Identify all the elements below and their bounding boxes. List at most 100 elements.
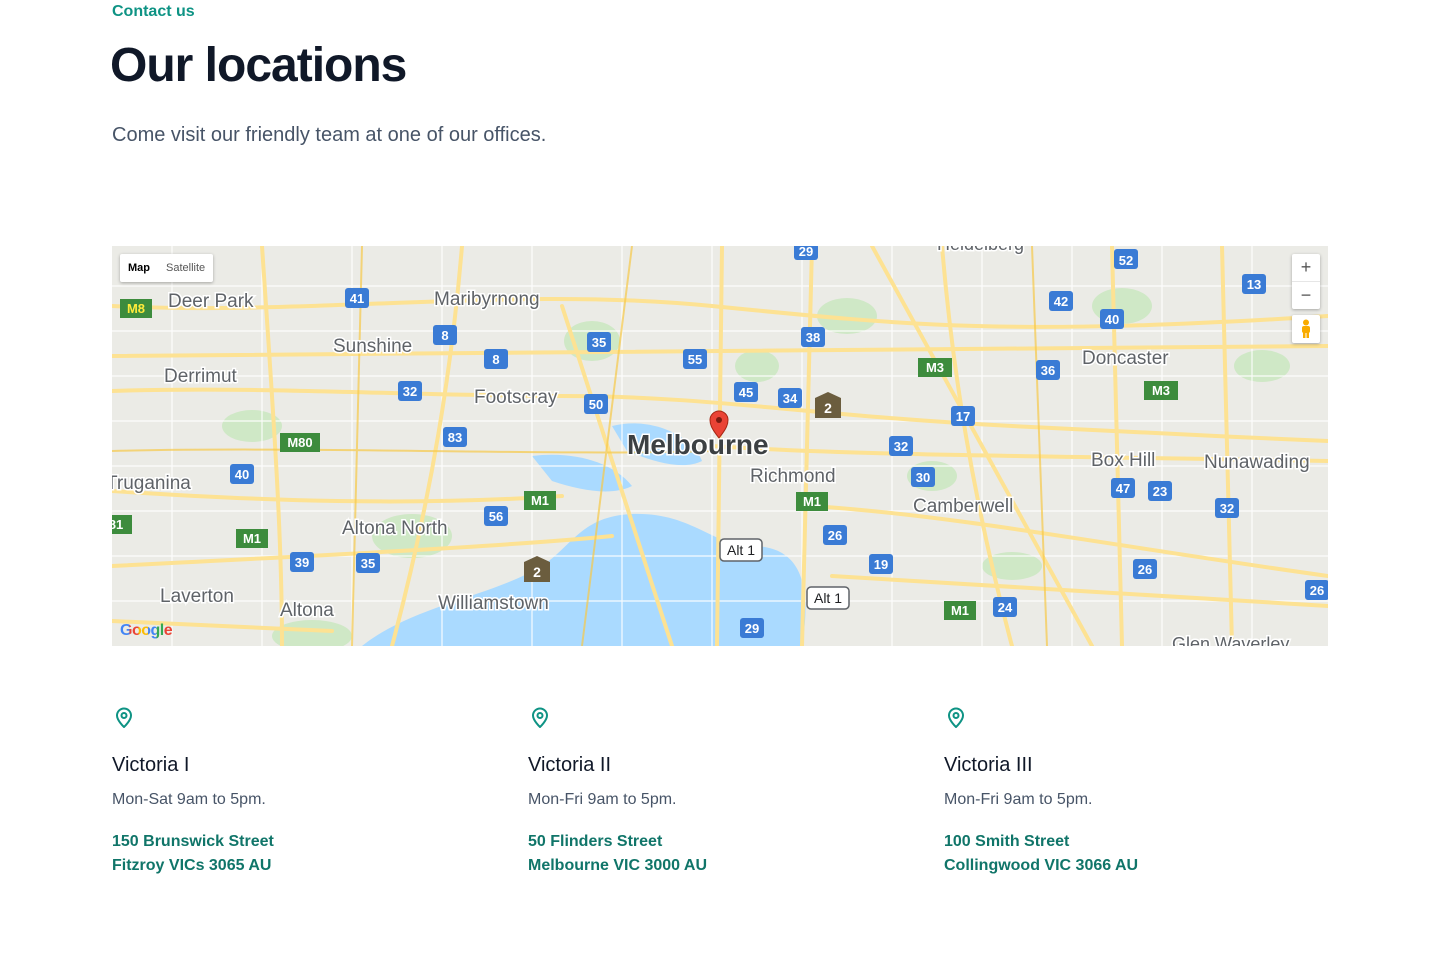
place-label: Box Hill xyxy=(1091,450,1155,471)
svg-text:2: 2 xyxy=(824,400,832,416)
route-shield-alt: Alt 1 xyxy=(806,586,850,610)
place-label: Nunawading xyxy=(1204,452,1310,473)
motorway-shield: M1 xyxy=(944,601,976,620)
svg-text:26: 26 xyxy=(1138,562,1152,577)
svg-text:47: 47 xyxy=(1116,481,1130,496)
place-label: Melbourne xyxy=(627,429,769,460)
office-card: Victoria III Mon-Fri 9am to 5pm. 100 Smi… xyxy=(944,706,1324,874)
place-label: Laverton xyxy=(160,586,234,607)
zoom-control: + − xyxy=(1292,254,1320,309)
svg-text:30: 30 xyxy=(916,470,930,485)
address-line-1: 100 Smith Street xyxy=(944,833,1070,850)
svg-text:M8: M8 xyxy=(127,301,145,316)
office-address-link[interactable]: 100 Smith Street Collingwood VIC 3066 AU xyxy=(944,830,1138,878)
office-address-link[interactable]: 50 Flinders Street Melbourne VIC 3000 AU xyxy=(528,830,707,878)
route-shield: 40 xyxy=(1100,309,1124,329)
svg-text:29: 29 xyxy=(799,246,813,259)
address-line-2: Melbourne VIC 3000 AU xyxy=(528,857,708,874)
place-label: Deer Park xyxy=(168,291,254,312)
svg-text:M1: M1 xyxy=(803,494,821,509)
svg-text:34: 34 xyxy=(783,391,798,406)
motorway-shield: 81 xyxy=(112,515,132,534)
svg-text:41: 41 xyxy=(350,291,364,306)
place-label: Sunshine xyxy=(333,336,412,357)
place-label: Doncaster xyxy=(1082,348,1169,369)
svg-text:36: 36 xyxy=(1041,363,1055,378)
svg-text:M1: M1 xyxy=(243,531,261,546)
svg-text:19: 19 xyxy=(874,557,888,572)
svg-text:24: 24 xyxy=(998,600,1013,615)
google-logo-text: Google xyxy=(120,622,173,639)
svg-text:M80: M80 xyxy=(287,435,312,450)
route-shield: 23 xyxy=(1148,481,1172,501)
route-shield: 26 xyxy=(1305,580,1328,600)
zoom-in-button[interactable]: + xyxy=(1292,254,1320,281)
motorway-shield: M1 xyxy=(524,491,556,510)
eyebrow-label: Contact us xyxy=(112,3,195,20)
route-shield: 29 xyxy=(794,246,818,260)
place-label: Footscray xyxy=(474,387,558,408)
motorway-shield: M3 xyxy=(918,358,952,377)
route-shield: 47 xyxy=(1111,478,1135,498)
office-hours: Mon-Fri 9am to 5pm. xyxy=(528,791,677,808)
route-shield: 26 xyxy=(1133,559,1157,579)
svg-text:40: 40 xyxy=(1105,312,1119,327)
map-type-map-button[interactable]: Map xyxy=(120,254,158,282)
place-label: Truganina xyxy=(112,473,191,494)
office-address-link[interactable]: 150 Brunswick Street Fitzroy VICs 3065 A… xyxy=(112,830,274,878)
route-shield: 29 xyxy=(740,618,764,638)
svg-text:32: 32 xyxy=(403,384,417,399)
zoom-out-button[interactable]: − xyxy=(1292,281,1320,309)
route-shield: 38 xyxy=(801,327,825,347)
svg-text:M1: M1 xyxy=(951,603,969,618)
svg-text:26: 26 xyxy=(828,528,842,543)
address-line-1: 50 Flinders Street xyxy=(528,833,663,850)
svg-text:39: 39 xyxy=(295,555,309,570)
street-view-pegman-icon[interactable] xyxy=(1292,315,1320,343)
route-shield: 32 xyxy=(889,436,913,456)
route-shield: 35 xyxy=(587,332,611,352)
svg-text:32: 32 xyxy=(1220,501,1234,516)
place-label: Altona North xyxy=(342,518,448,539)
svg-text:35: 35 xyxy=(592,335,606,350)
svg-text:81: 81 xyxy=(112,517,123,532)
route-shield: 36 xyxy=(1036,360,1060,380)
svg-text:2: 2 xyxy=(533,564,541,580)
route-shield: 17 xyxy=(951,406,975,426)
route-shield: 13 xyxy=(1242,274,1266,294)
route-shield: 39 xyxy=(290,552,314,572)
map-type-satellite-button[interactable]: Satellite xyxy=(158,254,213,282)
svg-text:Alt 1: Alt 1 xyxy=(727,542,755,558)
svg-text:83: 83 xyxy=(448,430,462,445)
map-type-control: Map Satellite xyxy=(120,254,214,282)
map-tiles[interactable]: Heidelberg Deer Park Maribyrnong Sunshin… xyxy=(112,246,1328,646)
svg-text:42: 42 xyxy=(1054,294,1068,309)
office-hours: Mon-Fri 9am to 5pm. xyxy=(944,791,1093,808)
map-embed[interactable]: Heidelberg Deer Park Maribyrnong Sunshin… xyxy=(112,246,1328,646)
place-label: Williamstown xyxy=(438,593,549,614)
motorway-shield: M80 xyxy=(280,433,320,452)
svg-text:M3: M3 xyxy=(926,360,944,375)
route-shield: 24 xyxy=(993,597,1017,617)
svg-text:Alt 1: Alt 1 xyxy=(814,590,842,606)
svg-text:38: 38 xyxy=(806,330,820,345)
address-line-2: Fitzroy VICs 3065 AU xyxy=(112,857,272,874)
office-card: Victoria I Mon-Sat 9am to 5pm. 150 Bruns… xyxy=(112,706,492,874)
motorway-shield: M8 xyxy=(120,299,152,318)
motorway-shield: M1 xyxy=(236,529,268,548)
svg-text:23: 23 xyxy=(1153,484,1167,499)
route-shield: 8 xyxy=(484,349,508,369)
route-shield: 19 xyxy=(869,554,893,574)
route-shield: 26 xyxy=(823,525,847,545)
place-label: Maribyrnong xyxy=(434,289,540,310)
svg-text:17: 17 xyxy=(956,409,970,424)
place-label: Glen Waverley xyxy=(1172,634,1289,646)
map-pin-icon xyxy=(116,707,132,728)
route-shield: 40 xyxy=(230,464,254,484)
svg-text:8: 8 xyxy=(441,328,448,343)
office-name: Victoria II xyxy=(528,754,611,776)
place-label: Altona xyxy=(280,600,334,621)
svg-text:32: 32 xyxy=(894,439,908,454)
office-card: Victoria II Mon-Fri 9am to 5pm. 50 Flind… xyxy=(528,706,908,874)
office-hours: Mon-Sat 9am to 5pm. xyxy=(112,791,266,808)
